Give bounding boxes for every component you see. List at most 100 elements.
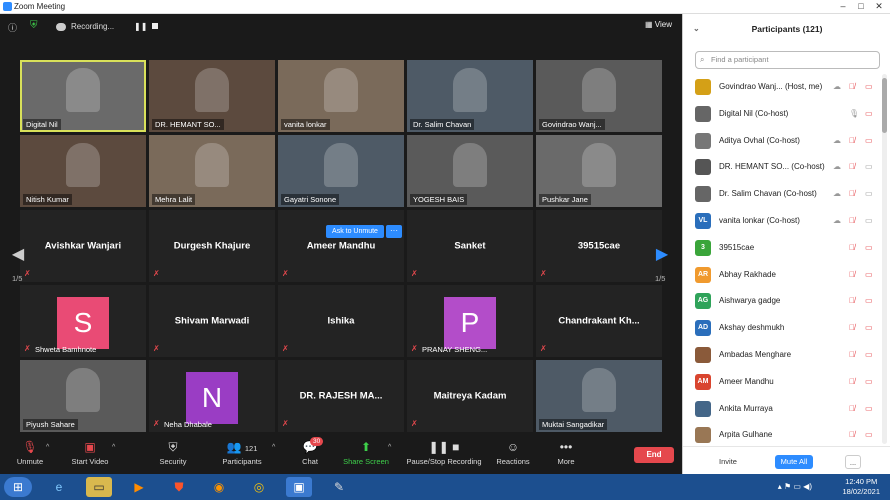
mic-muted-icon[interactable]: 🎙̸	[849, 270, 855, 279]
mic-muted-icon[interactable]: 🎙̸	[849, 162, 855, 171]
participant-tile[interactable]: Gayatri Sonone	[278, 135, 404, 207]
participant-tile[interactable]: Digital Nil	[20, 60, 146, 132]
share-screen-button[interactable]: ⬆ Share Screen	[342, 440, 390, 466]
mic-muted-icon[interactable]: 🎙̸	[849, 377, 855, 386]
participant-search-input[interactable]: ⌕ Find a participant	[695, 51, 880, 69]
mic-muted-icon[interactable]: 🎙̸	[849, 296, 855, 305]
participant-tile[interactable]: DR. RAJESH MA... ✗	[278, 360, 404, 432]
participant-list-item[interactable]: DR. HEMANT SO... (Co-host) ☁ 🎙̸ ▭	[683, 154, 890, 181]
participant-list-item[interactable]: Aditya Ovhal (Co-host) ☁ 🎙̸ ▭	[683, 128, 890, 155]
end-meeting-button[interactable]: End	[634, 447, 674, 463]
video-off-icon[interactable]: ▭	[865, 377, 873, 386]
participant-tile[interactable]: 39515cae ✗	[536, 210, 662, 282]
participant-tile[interactable]: P PRANAY SHENG... ✗	[407, 285, 533, 357]
video-icon[interactable]: ▭	[865, 216, 873, 225]
video-off-icon[interactable]: ▭	[865, 323, 873, 332]
unmute-button[interactable]: 🎙 Unmute	[12, 440, 48, 466]
shield-icon[interactable]: ⛨	[30, 20, 38, 31]
invite-button[interactable]: Invite	[711, 455, 745, 469]
participant-list-item[interactable]: Govindrao Wanj... (Host, me) ☁ 🎙̸ ▭	[683, 74, 890, 101]
pause-stop-recording-button[interactable]: ❚❚ ■ Pause/Stop Recording	[404, 440, 484, 466]
participant-list-item[interactable]: AG Aishwarya gadge 🎙̸ ▭	[683, 288, 890, 315]
video-off-icon[interactable]: ▭	[865, 82, 873, 91]
video-icon[interactable]: ▭	[865, 162, 873, 171]
participant-list-item[interactable]: AD Akshay deshmukh 🎙̸ ▭	[683, 315, 890, 342]
firefox-icon[interactable]: ◉	[206, 477, 232, 497]
chat-button[interactable]: 💬 30 Chat	[296, 437, 324, 466]
paint-app-icon[interactable]: ✎	[326, 477, 352, 497]
mic-muted-icon[interactable]: 🎙̸	[849, 430, 855, 439]
participant-list-item[interactable]: AR Abhay Rakhade 🎙̸ ▭	[683, 262, 890, 289]
tile-more-button[interactable]: ···	[386, 225, 402, 238]
reactions-button[interactable]: ☺ Reactions	[494, 440, 532, 466]
mic-icon[interactable]: 🎙	[849, 109, 859, 118]
system-tray-icons[interactable]: ▴ ⚑ ▭ ◀)	[778, 482, 812, 491]
scrollbar-thumb[interactable]	[882, 78, 887, 133]
mic-muted-icon[interactable]: 🎙̸	[849, 216, 855, 225]
video-off-icon[interactable]: ▭	[865, 296, 873, 305]
share-chevron-icon[interactable]: ^	[388, 444, 391, 451]
video-off-icon[interactable]: ▭	[865, 404, 873, 413]
ask-to-unmute-button[interactable]: Ask to Unmute	[326, 225, 384, 238]
participant-list-scrollbar[interactable]	[882, 74, 887, 444]
participant-tile[interactable]: DR. HEMANT SO...	[149, 60, 275, 132]
participant-list-item[interactable]: AM Ameer Mandhu 🎙̸ ▭	[683, 369, 890, 396]
collapse-chevron-icon[interactable]: ⌄	[693, 14, 700, 44]
participant-tile[interactable]: N Neha Dhabale ✗	[149, 360, 275, 432]
participant-list-item[interactable]: 3 39515cae 🎙̸ ▭	[683, 235, 890, 262]
media-player-icon[interactable]: ▶	[126, 477, 152, 497]
view-button[interactable]: ▦ View	[645, 20, 672, 29]
participant-tile[interactable]: YOGESH BAIS	[407, 135, 533, 207]
audio-options-chevron-icon[interactable]: ^	[46, 444, 49, 451]
video-icon[interactable]: ▭	[865, 189, 873, 198]
participant-tile[interactable]: S Shweta Bamhnote ✗	[20, 285, 146, 357]
participant-tile[interactable]: Govindrao Wanj...	[536, 60, 662, 132]
participant-tile[interactable]: Avishkar Wanjari ✗	[20, 210, 146, 282]
mic-muted-icon[interactable]: 🎙̸	[849, 350, 855, 359]
brave-browser-icon[interactable]: ⛊	[166, 477, 192, 497]
mic-muted-icon[interactable]: 🎙̸	[849, 189, 855, 198]
participant-list-item[interactable]: Ankita Murraya 🎙̸ ▭	[683, 396, 890, 423]
pause-recording-icon[interactable]: ❚❚	[134, 22, 147, 31]
prev-page-arrow-icon[interactable]: ◀	[8, 244, 28, 264]
video-off-icon[interactable]: ▭	[865, 350, 873, 359]
next-page-arrow-icon[interactable]: ▶	[652, 244, 672, 264]
participant-tile[interactable]: Shivam Marwadi ✗	[149, 285, 275, 357]
close-icon[interactable]: ✕	[870, 0, 888, 13]
start-button-icon[interactable]: ⊞	[4, 477, 32, 497]
start-video-button[interactable]: ▣ Start Video	[64, 440, 116, 466]
participant-tile[interactable]: Muktai Sangadikar	[536, 360, 662, 432]
participant-list-item[interactable]: Ambadas Menghare 🎙̸ ▭	[683, 342, 890, 369]
participant-tile[interactable]: Maitreya Kadam ✗	[407, 360, 533, 432]
stop-recording-icon[interactable]	[152, 23, 158, 29]
panel-more-button[interactable]: ...	[845, 455, 861, 469]
video-off-icon[interactable]: ▭	[865, 270, 873, 279]
participant-tile[interactable]: Durgesh Khajure ✗	[149, 210, 275, 282]
mic-muted-icon[interactable]: 🎙̸	[849, 404, 855, 413]
minimize-icon[interactable]: –	[834, 0, 852, 13]
participant-list-item[interactable]: VL vanita lonkar (Co-host) ☁ 🎙̸ ▭	[683, 208, 890, 235]
mic-muted-icon[interactable]: 🎙̸	[849, 243, 855, 252]
participant-tile[interactable]: Pushkar Jane	[536, 135, 662, 207]
participant-tile[interactable]: Dr. Salim Chavan	[407, 60, 533, 132]
participant-tile[interactable]: Ishika ✗	[278, 285, 404, 357]
video-off-icon[interactable]: ▭	[865, 243, 873, 252]
participant-list-item[interactable]: Digital Nil (Co-host) 🎙 ▭	[683, 101, 890, 128]
mute-all-button[interactable]: Mute All	[775, 455, 813, 469]
participant-tile[interactable]: Sanket ✗	[407, 210, 533, 282]
video-off-icon[interactable]: ▭	[865, 430, 873, 439]
mic-muted-icon[interactable]: 🎙̸	[849, 82, 855, 91]
maximize-icon[interactable]: □	[852, 0, 870, 13]
chrome-icon[interactable]: ◎	[246, 477, 272, 497]
mic-muted-icon[interactable]: 🎙̸	[849, 136, 855, 145]
taskbar-clock[interactable]: 12:40 PM 18/02/2021	[842, 477, 880, 497]
video-off-icon[interactable]: ▭	[865, 136, 873, 145]
mic-muted-icon[interactable]: 🎙̸	[849, 323, 855, 332]
info-icon[interactable]: ⓘ	[8, 21, 17, 34]
participant-list-item[interactable]: Dr. Salim Chavan (Co-host) ☁ 🎙̸ ▭	[683, 181, 890, 208]
participant-tile[interactable]: Chandrakant Kh... ✗	[536, 285, 662, 357]
security-button[interactable]: ⛨ Security	[152, 440, 194, 466]
file-explorer-icon[interactable]: ▭	[86, 477, 112, 497]
participant-tile[interactable]: Piyush Sahare	[20, 360, 146, 432]
more-button[interactable]: ••• More	[552, 440, 580, 466]
